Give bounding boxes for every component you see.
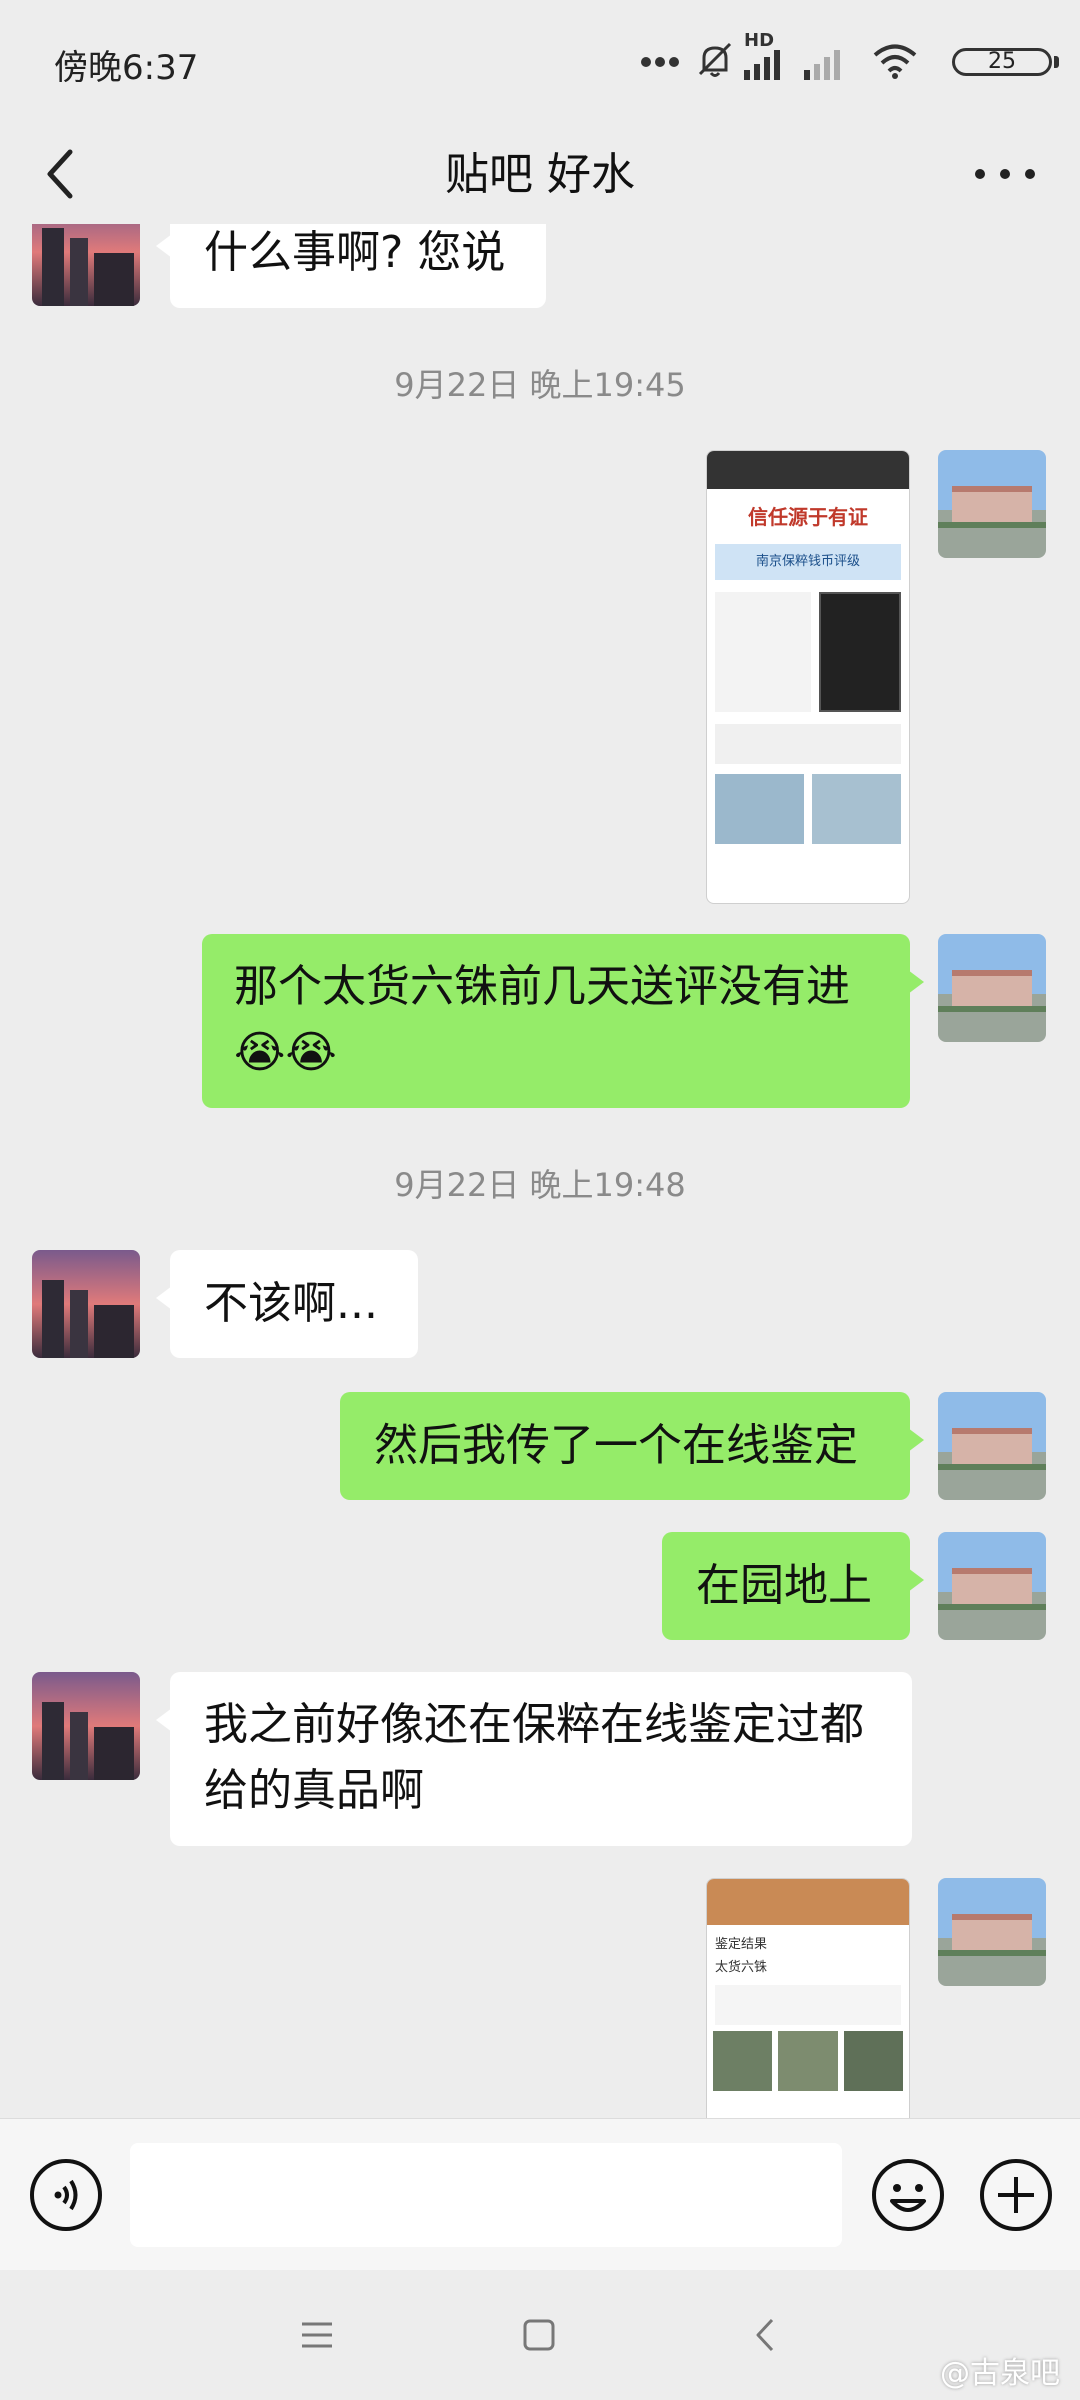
my-avatar[interactable] xyxy=(938,1392,1046,1500)
message-input[interactable] xyxy=(130,2143,842,2247)
battery-indicator: 25 xyxy=(952,48,1052,76)
home-square-icon[interactable] xyxy=(516,2312,562,2358)
contact-avatar[interactable] xyxy=(32,224,140,306)
voice-input-button[interactable] xyxy=(28,2157,104,2233)
mute-bell-icon xyxy=(698,42,732,77)
message-text: 什么事啊? 您说 xyxy=(204,227,506,278)
message-text: 在园地上 xyxy=(696,1560,872,1611)
back-triangle-icon[interactable] xyxy=(744,2312,790,2358)
input-bar xyxy=(0,2118,1080,2271)
chat-title: 贴吧 好水 xyxy=(445,149,635,200)
voice-icon xyxy=(30,2159,102,2231)
signal-icon-2 xyxy=(804,50,840,80)
message-bubble-incoming[interactable]: 什么事啊? 您说 xyxy=(156,224,546,308)
my-avatar[interactable] xyxy=(938,934,1046,1042)
message-text: 然后我传了一个在线鉴定 xyxy=(374,1420,858,1471)
my-avatar[interactable] xyxy=(938,450,1046,558)
contact-avatar[interactable] xyxy=(32,1672,140,1780)
image-subtitle: 南京保粹钱币评级 xyxy=(715,544,901,580)
message-timestamp: 9月22日 晚上19:48 xyxy=(394,1166,686,1204)
status-bar: 傍晚6:37 HD 25 xyxy=(0,0,1080,124)
message-text: 我之前好像还在保粹在线鉴定过都给的真品啊 xyxy=(204,1699,864,1816)
message-bubble-outgoing[interactable]: 然后我传了一个在线鉴定 xyxy=(340,1392,924,1500)
image-caption: 信任源于有证 xyxy=(748,505,868,529)
my-avatar[interactable] xyxy=(938,1878,1046,1986)
message-bubble-outgoing[interactable]: 那个太货六铢前几天送评没有进😭😭 xyxy=(202,934,924,1108)
image-caption: 鉴定结果 xyxy=(715,1937,768,1952)
signal-icon-1 xyxy=(744,50,780,80)
image-subtitle: 太货六铢 xyxy=(715,1960,768,1975)
shared-image-message[interactable]: 鉴定结果 太货六铢 xyxy=(706,1878,910,2118)
message-bubble-incoming[interactable]: 我之前好像还在保粹在线鉴定过都给的真品啊 xyxy=(156,1672,912,1846)
message-text: 不该啊... xyxy=(204,1278,378,1329)
battery-tip xyxy=(1054,56,1059,68)
shared-image-message[interactable]: 信任源于有证 南京保粹钱币评级 xyxy=(706,450,910,904)
more-functions-button[interactable] xyxy=(978,2157,1054,2233)
more-dots-icon xyxy=(975,169,1035,179)
smiley-icon xyxy=(872,2159,944,2231)
message-text: 那个太货六铢前几天送评没有进😭😭 xyxy=(234,961,850,1078)
system-navigation-bar: @古泉吧 xyxy=(0,2270,1080,2400)
message-bubble-incoming[interactable]: 不该啊... xyxy=(156,1250,418,1358)
more-notifications-icon xyxy=(641,57,679,67)
more-options-button[interactable] xyxy=(960,144,1050,204)
message-timestamp: 9月22日 晚上19:45 xyxy=(394,366,686,404)
status-time: 傍晚6:37 xyxy=(54,48,199,88)
my-avatar[interactable] xyxy=(938,1532,1046,1640)
menu-icon[interactable] xyxy=(294,2312,340,2358)
emoji-button[interactable] xyxy=(870,2157,946,2233)
status-icons: HD 25 xyxy=(640,30,1080,86)
watermark: @古泉吧 xyxy=(940,2356,1060,2391)
hd-label: HD xyxy=(744,30,775,51)
wifi-icon xyxy=(873,44,917,79)
plus-icon xyxy=(980,2159,1052,2231)
title-bar: 贴吧 好水 xyxy=(0,124,1080,224)
contact-avatar[interactable] xyxy=(32,1250,140,1358)
message-list[interactable]: 什么事啊? 您说 9月22日 晚上19:45 信任源于有证 南京保粹钱币评级 那… xyxy=(0,224,1080,2118)
message-bubble-outgoing[interactable]: 在园地上 xyxy=(662,1532,924,1640)
